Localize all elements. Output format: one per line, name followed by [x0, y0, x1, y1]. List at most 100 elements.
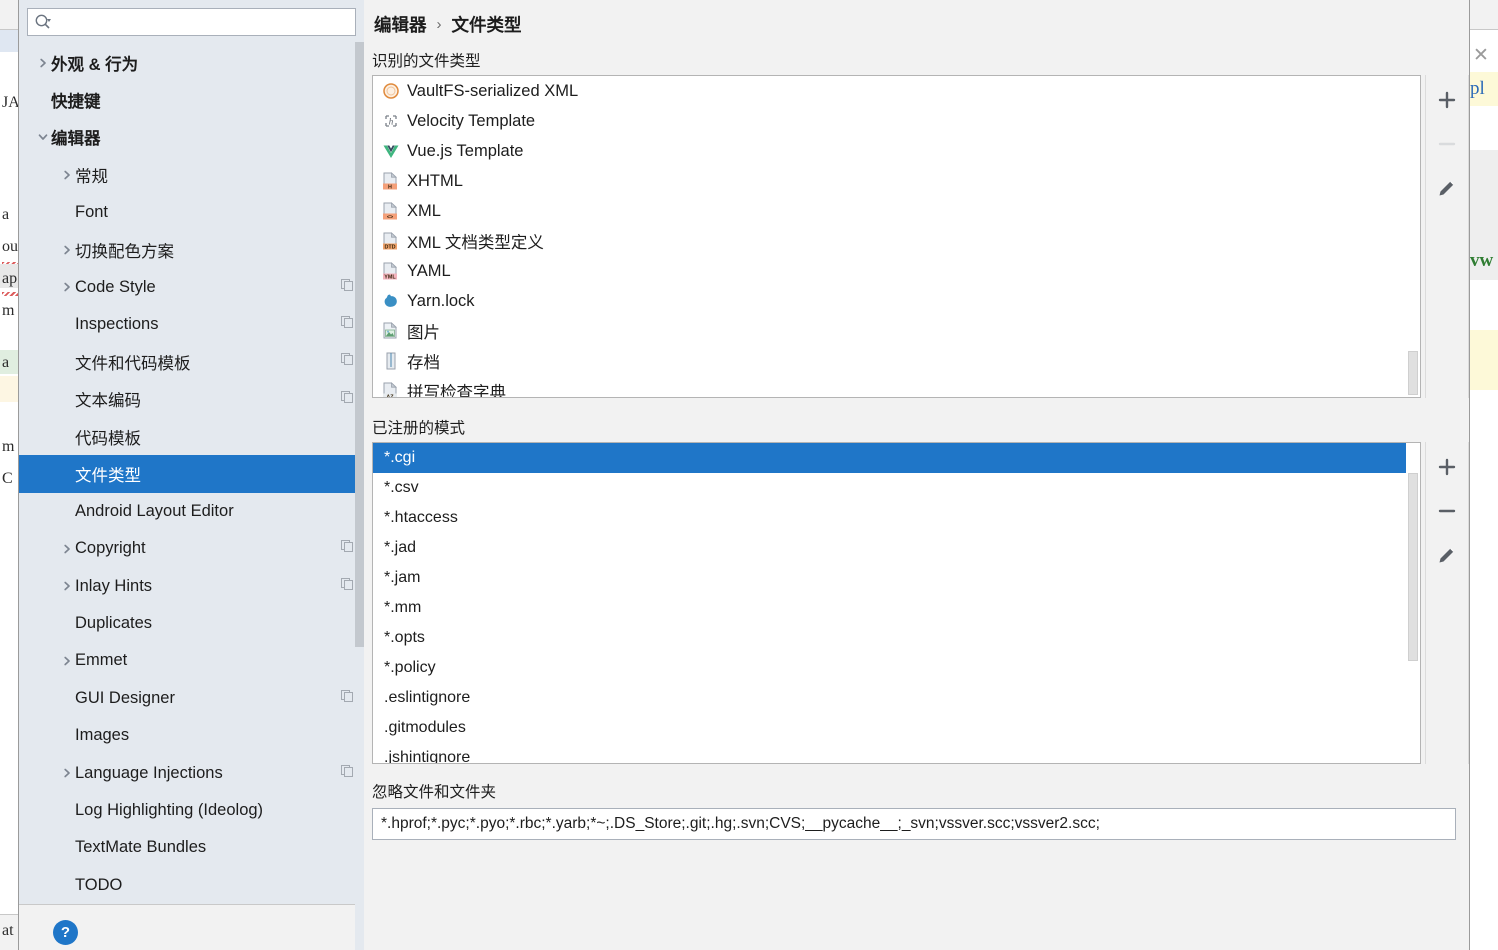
- copy-settings-icon[interactable]: [340, 577, 354, 596]
- svg-text:AZ: AZ: [386, 394, 394, 398]
- vue-icon: [382, 142, 405, 160]
- sidebar-item-5[interactable]: 切换配色方案: [19, 231, 364, 268]
- recognized-list-toolbar: [1425, 75, 1469, 398]
- patterns-edit-icon[interactable]: [1432, 540, 1462, 570]
- copy-settings-icon[interactable]: [340, 390, 354, 409]
- chevron-down-icon[interactable]: [35, 131, 51, 143]
- chevron-right-icon[interactable]: [59, 281, 75, 293]
- sidebar-scrollbar[interactable]: [355, 42, 364, 950]
- ignore-files-field[interactable]: [372, 808, 1456, 840]
- sidebar-scrollbar-thumb[interactable]: [355, 42, 364, 647]
- registered-pattern-label: *.mm: [384, 599, 422, 616]
- copy-settings-icon[interactable]: [340, 352, 354, 371]
- registered-patterns-label: 已注册的模式: [372, 420, 466, 437]
- recognized-file-type-row[interactable]: H XHTML: [373, 166, 1420, 196]
- sidebar-item-2[interactable]: 编辑器: [19, 119, 364, 156]
- recognized-scrollbar-thumb[interactable]: [1408, 351, 1418, 395]
- sidebar-item-18[interactable]: Images: [19, 717, 364, 754]
- copy-settings-icon[interactable]: [340, 315, 354, 334]
- copy-settings-icon[interactable]: [340, 764, 354, 783]
- recognized-file-type-row[interactable]: AZ 拼写检查字典: [373, 376, 1420, 398]
- search-icon: [34, 13, 52, 31]
- chevron-right-icon[interactable]: [59, 543, 75, 555]
- recognized-edit-icon[interactable]: [1432, 173, 1462, 203]
- sidebar-item-1[interactable]: 快捷键: [19, 81, 364, 118]
- recognized-file-type-row[interactable]: 图片: [373, 316, 1420, 346]
- registered-pattern-row[interactable]: .jshintignore: [373, 743, 1420, 763]
- recognized-file-type-row[interactable]: Yarn.lock: [373, 286, 1420, 316]
- recognized-file-type-row[interactable]: Vue.js Template: [373, 136, 1420, 166]
- settings-tree[interactable]: 外观 & 行为 快捷键 编辑器 常规 Font 切换配色方案 Code Style Insp…: [19, 42, 364, 904]
- registered-pattern-row[interactable]: *.csv: [373, 473, 1420, 503]
- recognized-file-type-row[interactable]: 存档: [373, 346, 1420, 376]
- copy-settings-icon[interactable]: [340, 539, 354, 558]
- registered-pattern-row[interactable]: *.jad: [373, 533, 1420, 563]
- help-button[interactable]: ?: [53, 920, 78, 946]
- registered-pattern-label: *.csv: [384, 479, 419, 496]
- sidebar-item-20[interactable]: Log Highlighting (Ideolog): [19, 792, 364, 829]
- recognized-file-type-row[interactable]: DTD XML 文档类型定义: [373, 226, 1420, 256]
- chevron-right-icon[interactable]: [59, 655, 75, 667]
- patterns-list-scrollbar[interactable]: [1406, 443, 1420, 763]
- ide-editor-right-edge: ✕ pl vw: [1468, 0, 1498, 950]
- recognized-file-type-label: YAML: [407, 261, 451, 280]
- chevron-right-icon[interactable]: [59, 580, 75, 592]
- sidebar-item-12[interactable]: Android Layout Editor: [19, 493, 364, 530]
- sidebar-item-label: Inlay Hints: [75, 576, 153, 595]
- sidebar-item-label: Inspections: [75, 314, 159, 333]
- sidebar-item-22[interactable]: TODO: [19, 867, 364, 904]
- registered-pattern-row[interactable]: *.opts: [373, 623, 1420, 653]
- sidebar-item-16[interactable]: Emmet: [19, 642, 364, 679]
- sidebar-item-0[interactable]: 外观 & 行为: [19, 44, 364, 81]
- patterns-add-icon[interactable]: [1432, 452, 1462, 482]
- recognized-file-type-row[interactable]: VaultFS-serialized XML: [373, 76, 1420, 106]
- sidebar-item-label: TODO: [75, 875, 123, 894]
- search-box[interactable]: [27, 8, 356, 36]
- sidebar-item-8[interactable]: 文件和代码模板: [19, 343, 364, 380]
- patterns-remove-icon[interactable]: [1432, 496, 1462, 526]
- sidebar-item-4[interactable]: Font: [19, 194, 364, 231]
- sidebar-item-11[interactable]: 文件类型: [19, 455, 364, 493]
- registered-patterns-list[interactable]: *.cgi *.csv *.htaccess *.jad *.jam *.mm *.opts…: [372, 442, 1421, 764]
- recognized-file-type-label: 拼写检查字典: [407, 384, 506, 398]
- registered-pattern-row[interactable]: *.mm: [373, 593, 1420, 623]
- close-icon[interactable]: ✕: [1473, 46, 1489, 65]
- chevron-right-icon[interactable]: [35, 57, 51, 69]
- registered-pattern-row[interactable]: .eslintignore: [373, 683, 1420, 713]
- registered-pattern-row[interactable]: *.htaccess: [373, 503, 1420, 533]
- registered-pattern-row[interactable]: *.policy: [373, 653, 1420, 683]
- recognized-file-type-row[interactable]: h Velocity Template: [373, 106, 1420, 136]
- search-input[interactable]: [56, 13, 349, 31]
- page-title: 文件类型: [451, 15, 522, 35]
- breadcrumb-parent[interactable]: 编辑器: [374, 12, 427, 37]
- sidebar-item-15[interactable]: Duplicates: [19, 605, 364, 642]
- recognized-add-icon[interactable]: [1432, 85, 1462, 115]
- sidebar-item-10[interactable]: 代码模板: [19, 418, 364, 455]
- recognized-list-scrollbar[interactable]: [1406, 76, 1420, 397]
- sidebar-item-7[interactable]: Inspections: [19, 306, 364, 343]
- sidebar-item-19[interactable]: Language Injections: [19, 754, 364, 791]
- sidebar-item-6[interactable]: Code Style: [19, 268, 364, 305]
- patterns-scrollbar-thumb[interactable]: [1408, 473, 1418, 661]
- chevron-right-icon[interactable]: [59, 767, 75, 779]
- copy-settings-icon[interactable]: [340, 278, 354, 297]
- sidebar-item-label: Duplicates: [75, 614, 153, 633]
- sidebar-item-label: 文本编码: [75, 392, 141, 411]
- registered-pattern-row[interactable]: .gitmodules: [373, 713, 1420, 743]
- chevron-right-icon[interactable]: [59, 244, 75, 256]
- recognized-file-type-row[interactable]: <> XML: [373, 196, 1420, 226]
- recognized-file-types-list[interactable]: VaultFS-serialized XML h Velocity Templa…: [372, 75, 1421, 398]
- sidebar-item-17[interactable]: GUI Designer: [19, 680, 364, 717]
- copy-settings-icon[interactable]: [340, 689, 354, 708]
- recognized-file-types-label: 识别的文件类型: [372, 53, 481, 70]
- sidebar-item-9[interactable]: 文本编码: [19, 381, 364, 418]
- sidebar-item-21[interactable]: TextMate Bundles: [19, 829, 364, 866]
- sidebar-item-3[interactable]: 常规: [19, 156, 364, 193]
- registered-pattern-row[interactable]: *.cgi: [373, 443, 1420, 473]
- sidebar-item-13[interactable]: Copyright: [19, 530, 364, 567]
- chevron-right-icon[interactable]: [59, 169, 75, 181]
- ignore-files-input[interactable]: [379, 814, 1449, 834]
- registered-pattern-row[interactable]: *.jam: [373, 563, 1420, 593]
- recognized-file-type-row[interactable]: YML YAML: [373, 256, 1420, 286]
- sidebar-item-14[interactable]: Inlay Hints: [19, 567, 364, 604]
